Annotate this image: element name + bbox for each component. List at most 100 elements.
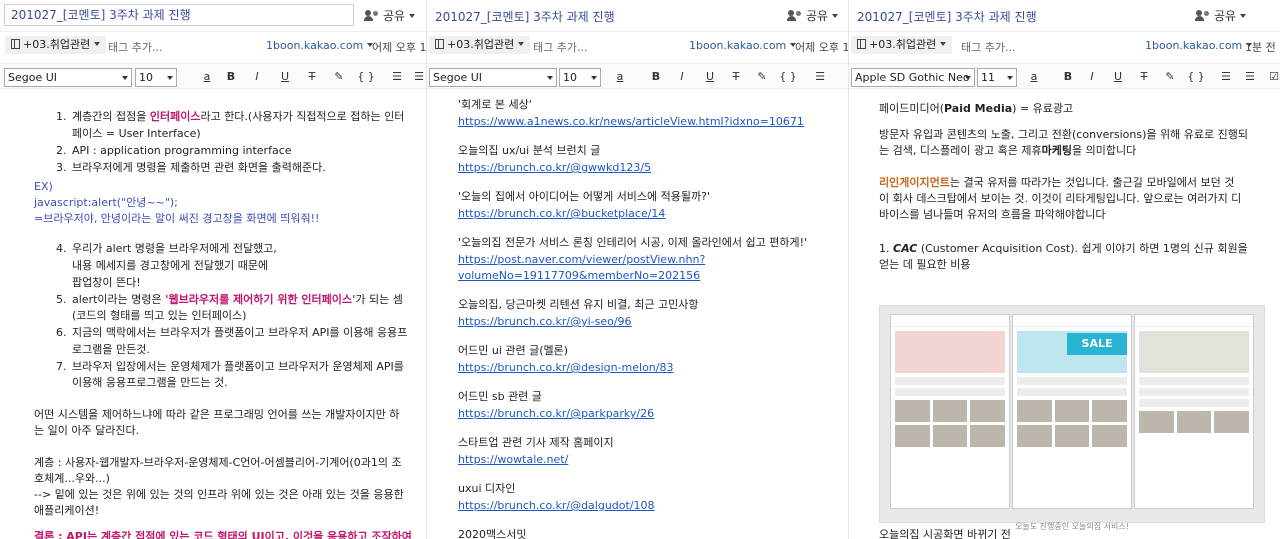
link-url[interactable]: https://brunch.co.kr/@parkparky/26 bbox=[458, 406, 654, 422]
people-icon bbox=[364, 10, 380, 21]
list-item-cont: 페이스 = User Interface) bbox=[72, 127, 201, 140]
link-url[interactable]: volumeNo=19117709&memberNo=202156 bbox=[458, 268, 700, 284]
list-number: 3. bbox=[56, 161, 67, 174]
highlight-icon[interactable]: ✎ bbox=[755, 70, 769, 83]
bullet-list-icon[interactable]: ☰ bbox=[1219, 70, 1233, 83]
link-url[interactable]: https://brunch.co.kr/@yi-seo/96 bbox=[458, 314, 632, 330]
paragraph: 리인게이지먼트는 결국 유저를 따라가는 것입니다. 출근길 모바일에서 보던 … bbox=[879, 176, 1235, 189]
share-button[interactable]: 공유 bbox=[1195, 7, 1247, 24]
code-block-button[interactable]: { } bbox=[357, 70, 375, 83]
share-button[interactable]: 공유 bbox=[787, 7, 839, 24]
note-body[interactable]: '회계로 본 세상' https://www.a1news.co.kr/news/… bbox=[427, 93, 848, 539]
strikethrough-button[interactable]: T bbox=[729, 70, 743, 83]
strikethrough-button[interactable]: T bbox=[305, 70, 319, 83]
highlight-icon[interactable]: ✎ bbox=[1163, 70, 1177, 83]
link-url[interactable]: https://brunch.co.kr/@gwwkd123/5 bbox=[458, 160, 651, 176]
bullet-list-icon[interactable]: ☰ bbox=[813, 70, 827, 83]
example-text: EX) bbox=[34, 180, 53, 193]
link-url[interactable]: https://post.naver.com/viewer/postView.n… bbox=[458, 252, 705, 268]
paragraph: 1. CAC (Customer Acquisition Cost). 쉽게 이… bbox=[879, 242, 1248, 255]
chevron-down-icon bbox=[94, 42, 101, 46]
checkbox-list-icon[interactable]: ☑ bbox=[1267, 70, 1280, 83]
font-color-button[interactable]: a bbox=[200, 70, 214, 83]
link-url[interactable]: https://wowtale.net/ bbox=[458, 452, 568, 468]
list-item-cont: 로그램을 만든것. bbox=[72, 343, 150, 356]
bold-button[interactable]: B bbox=[649, 70, 663, 83]
paragraph: 어떤 시스템을 제어하느냐에 따라 같은 프로그래밍 언어를 쓰는 개발자이지만… bbox=[34, 408, 400, 421]
font-size-select[interactable]: 10 bbox=[559, 68, 601, 87]
list-item: API : application programming interface bbox=[72, 144, 292, 157]
format-toolbar: Segoe UI 10 a B I U T ✎ { } ☰ ☰ bbox=[0, 63, 426, 89]
underline-button[interactable]: U bbox=[278, 70, 292, 83]
conclusion-text: 결론 : API는 계층간 접점에 있는 코드 형태의 UI이고, 이것을 응용… bbox=[34, 530, 412, 539]
numbered-list-icon[interactable]: ☰ bbox=[412, 70, 426, 83]
italic-button[interactable]: I bbox=[1085, 70, 1099, 83]
source-url[interactable]: 1boon.kakao.com bbox=[266, 39, 374, 52]
link-title: 어드민 sb 관련 글 bbox=[458, 390, 542, 403]
link-url[interactable]: https://brunch.co.kr/@bucketplace/14 bbox=[458, 206, 665, 222]
note-title[interactable]: 201027_[코멘토] 3주차 과제 진행 bbox=[435, 8, 615, 25]
bold-button[interactable]: B bbox=[224, 70, 238, 83]
link-url[interactable]: https://www.a1news.co.kr/news/articleVie… bbox=[458, 114, 804, 130]
source-url[interactable]: 1boon.kakao.com bbox=[1145, 39, 1253, 52]
format-toolbar: Segoe UI 10 a B I U T ✎ { } ☰ bbox=[427, 63, 848, 89]
note-body[interactable]: 1. 계층간의 접점을 인터페이스라고 한다.(사용자가 직접적으로 접하는 인… bbox=[0, 93, 426, 539]
link-title: 어드민 ui 관련 글(멜론) bbox=[458, 344, 569, 357]
note-title[interactable]: 201027_[코멘토] 3주차 과제 진행 bbox=[857, 8, 1037, 25]
chevron-down-icon bbox=[122, 76, 128, 80]
highlight-icon[interactable]: ✎ bbox=[332, 70, 346, 83]
link-url[interactable]: https://brunch.co.kr/@design-melon/83 bbox=[458, 360, 673, 376]
strikethrough-button[interactable]: T bbox=[1137, 70, 1151, 83]
font-family-select[interactable]: Apple SD Gothic Neo bbox=[851, 68, 975, 87]
note-title-input[interactable]: 201027_[코멘토] 3주차 과제 진행 bbox=[4, 4, 354, 26]
font-family-select[interactable]: Segoe UI bbox=[4, 68, 132, 87]
font-size-select[interactable]: 10 bbox=[135, 68, 177, 87]
notebook-selector[interactable]: +03.취업관련 bbox=[851, 36, 953, 54]
link-title: 스타트업 관련 기사 제작 홈페이지 bbox=[458, 436, 614, 449]
list-item-cont: (코드의 형태를 띄고 있는 인터페이스) bbox=[72, 309, 247, 322]
list-number: 2. bbox=[56, 144, 67, 157]
link-url[interactable]: https://brunch.co.kr/@dalgudot/108 bbox=[458, 498, 655, 514]
chevron-down-icon bbox=[1007, 76, 1013, 80]
tag-input[interactable]: 태그 추가... bbox=[533, 39, 587, 55]
link-title: uxui 디자인 bbox=[458, 482, 516, 495]
note-pane-3: 201027_[코멘토] 3주차 과제 진행 공유 +03.취업관련 태그 추가… bbox=[848, 0, 1280, 539]
numbered-list-icon[interactable]: ☰ bbox=[1243, 70, 1257, 83]
notebook-icon bbox=[435, 39, 444, 49]
font-color-button[interactable]: a bbox=[1027, 70, 1041, 83]
bold-button[interactable]: B bbox=[1061, 70, 1075, 83]
tag-input[interactable]: 태그 추가... bbox=[961, 39, 1015, 55]
code-block-button[interactable]: { } bbox=[779, 70, 797, 83]
font-size-select[interactable]: 11 bbox=[977, 68, 1017, 87]
bullet-list-icon[interactable]: ☰ bbox=[390, 70, 404, 83]
share-button[interactable]: 공유 bbox=[364, 7, 416, 24]
italic-button[interactable]: I bbox=[250, 70, 264, 83]
notebook-selector[interactable]: +03.취업관련 bbox=[429, 36, 531, 54]
link-title: '오늘의집 전문가 서비스 론칭 인테리어 시공, 이제 올라인에서 쉽고 편하… bbox=[458, 236, 808, 249]
note-pane-1: 201027_[코멘토] 3주차 과제 진행 공유 +03.취업관련 태그 추가… bbox=[0, 0, 426, 539]
paragraph: 이 회사 데스크탑에서 보이는 것. 이것이 리타게팅입니다. 앞으로는 여러가… bbox=[879, 192, 1242, 205]
title-bar: 201027_[코멘토] 3주차 과제 진행 공유 bbox=[0, 0, 426, 32]
example-text: javascript:alert("안녕~~"); bbox=[34, 196, 178, 209]
link-title: 오늘의집 ux/ui 분석 브런치 글 bbox=[458, 144, 601, 157]
chevron-down-icon bbox=[547, 76, 553, 80]
notebook-selector[interactable]: +03.취업관련 bbox=[5, 36, 107, 54]
list-number: 1. bbox=[56, 110, 67, 123]
note-body[interactable]: 페이드미디어(Paid Media) = 유료광고 방문자 유입과 콘텐츠의 노… bbox=[849, 93, 1280, 539]
font-family-select[interactable]: Segoe UI bbox=[429, 68, 557, 87]
italic-button[interactable]: I bbox=[675, 70, 689, 83]
code-block-button[interactable]: { } bbox=[1187, 70, 1205, 83]
heading-paid-media: 페이드미디어(Paid Media) = 유료광고 bbox=[879, 102, 1074, 115]
source-url[interactable]: 1boon.kakao.com bbox=[689, 39, 797, 52]
underline-button[interactable]: U bbox=[703, 70, 717, 83]
sale-banner: SALE bbox=[1067, 333, 1127, 355]
list-item: 브라우저에게 명령을 제출하면 관련 화면을 출력해준다. bbox=[72, 161, 326, 174]
paragraph: 는 검색, 디스플레이 광고 혹은 제휴마케팅을 의미합니다 bbox=[879, 144, 1137, 157]
underline-button[interactable]: U bbox=[1111, 70, 1125, 83]
font-color-button[interactable]: a bbox=[613, 70, 627, 83]
paragraph: 방문자 유입과 콘텐츠의 노출, 그리고 전환(conversions)을 위해… bbox=[879, 128, 1248, 141]
list-item-cont: 이용해 응용프로그램을 만드는 것. bbox=[72, 376, 228, 389]
tag-input[interactable]: 태그 추가... bbox=[108, 39, 162, 55]
title-bar: 201027_[코멘토] 3주차 과제 진행 공유 bbox=[849, 0, 1280, 32]
embedded-screenshot-image[interactable]: SALE 오늘도 진행중인 오늘의집 서비스! bbox=[879, 305, 1265, 531]
